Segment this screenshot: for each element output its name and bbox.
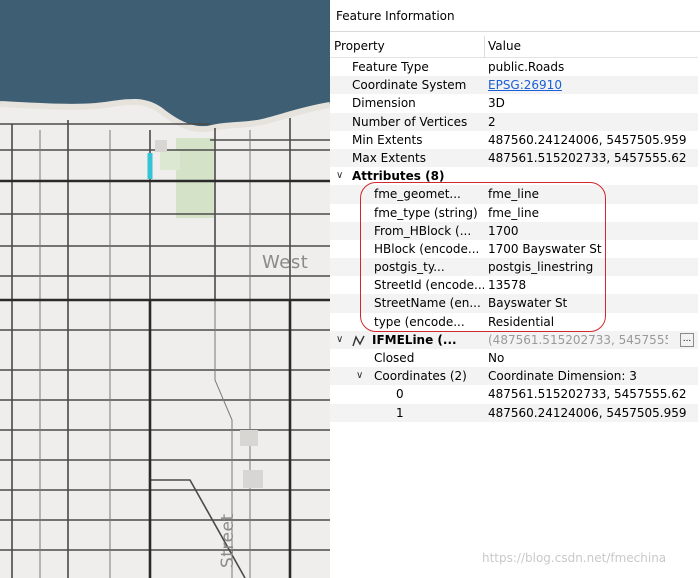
chevron-down-icon[interactable]: ∨ <box>336 331 343 349</box>
feature-information-panel: Feature Information Property Value Featu… <box>330 0 700 578</box>
column-header-value[interactable]: Value <box>488 39 521 53</box>
grid-header: Property Value <box>330 36 698 58</box>
watermark: https://blog.csdn.net/fmechina <box>482 551 667 565</box>
attribute-value: 1700 <box>488 223 519 238</box>
coordinate-value: 487561.515202733, 5457555.621092... <box>488 387 686 402</box>
attribute-row[interactable]: type (encode... Residential <box>330 313 698 331</box>
property-grid[interactable]: Property Value Feature Type public.Roads… <box>330 36 698 422</box>
row-value: 487561.515202733, 5457555.621092... <box>488 150 686 165</box>
coordinates-value: Coordinate Dimension: 3 <box>488 369 637 384</box>
row-key: Number of Vertices <box>352 114 468 129</box>
attributes-group-row[interactable]: ∨ Attributes (8) <box>330 167 698 185</box>
row-key: Feature Type <box>352 60 429 74</box>
attribute-value: Bayswater St <box>488 296 568 311</box>
coordinate-row[interactable]: 0 487561.515202733, 5457555.621092... <box>330 385 698 403</box>
row-value: 487560.24124006, 5457505.959214... <box>488 132 686 147</box>
map-label-street: Street <box>218 513 238 568</box>
chevron-down-icon[interactable]: ∨ <box>336 167 343 185</box>
attribute-row[interactable]: StreetName (en... Bayswater St <box>330 294 698 313</box>
attribute-value: 1700 Bayswater St <box>488 241 602 256</box>
ellipsis-button[interactable]: ... <box>680 332 694 347</box>
row-key: Coordinate System <box>352 78 467 93</box>
row-key: Dimension <box>352 96 416 111</box>
attribute-value: Residential <box>488 314 555 329</box>
attribute-key: fme_geomet... <box>374 187 461 202</box>
attribute-row[interactable]: fme_geomet... fme_line <box>330 185 698 204</box>
grid-row[interactable]: Dimension 3D <box>330 94 698 112</box>
coordinates-group-row[interactable]: ∨ Coordinates (2) Coordinate Dimension: … <box>330 367 698 386</box>
coordinate-value: 487560.24124006, 5457505.959214... <box>488 405 686 420</box>
map-canvas[interactable] <box>0 0 330 578</box>
attribute-value: fme_line <box>488 187 539 202</box>
geometry-summary: (487561.515202733, 5457555.62109... <box>488 332 668 347</box>
grid-row[interactable]: Number of Vertices 2 <box>330 112 698 131</box>
geometry-group-row[interactable]: ∨ IFMELine (... (487561.515202733, 54575… <box>330 330 698 349</box>
water-body <box>0 0 330 130</box>
attribute-row[interactable]: HBlock (encode... 1700 Bayswater St <box>330 240 698 258</box>
coordinate-system-link[interactable]: EPSG:26910 <box>488 76 686 94</box>
attribute-row[interactable]: From_HBlock (... 1700 <box>330 221 698 240</box>
panel-title: Feature Information <box>336 9 455 23</box>
attribute-value: fme_line <box>488 205 539 220</box>
grid-row[interactable]: Max Extents 487561.515202733, 5457555.62… <box>330 148 698 168</box>
column-header-property[interactable]: Property <box>334 39 385 53</box>
coordinate-index: 1 <box>396 405 404 420</box>
coordinate-row[interactable]: 1 487560.24124006, 5457505.959214... <box>330 403 698 422</box>
attribute-row[interactable]: postgis_ty... postgis_linestring <box>330 258 698 277</box>
grid-row[interactable]: Coordinate System EPSG:26910 <box>330 76 698 95</box>
attribute-value: 13578 <box>488 278 527 293</box>
map-label-west: West <box>262 252 309 273</box>
attribute-key: type (encode... <box>374 314 465 329</box>
row-value: 3D <box>488 96 505 111</box>
attributes-group-label: Attributes (8) <box>352 169 445 184</box>
geometry-key: Closed <box>374 351 415 365</box>
coordinate-index: 0 <box>396 387 404 402</box>
geometry-value: No <box>488 351 505 365</box>
attribute-key: StreetName (en... <box>374 296 481 311</box>
row-value: public.Roads <box>488 60 565 74</box>
attribute-row[interactable]: StreetId (encode... 13578 <box>330 276 698 294</box>
attribute-value: postgis_linestring <box>488 260 594 275</box>
geometry-row[interactable]: Closed No <box>330 349 698 367</box>
row-key: Min Extents <box>352 132 423 147</box>
coordinates-key: Coordinates (2) <box>374 369 467 384</box>
geometry-label: IFMELine (... <box>372 332 457 347</box>
attribute-key: fme_type (string) <box>374 205 478 220</box>
chevron-down-icon[interactable]: ∨ <box>356 367 363 385</box>
grid-row[interactable]: Feature Type public.Roads <box>330 58 698 76</box>
attribute-row[interactable]: fme_type (string) fme_line <box>330 204 698 222</box>
arterial-roads <box>0 179 330 578</box>
map-view[interactable]: West Street <box>0 0 330 578</box>
attribute-key: postgis_ty... <box>374 260 445 275</box>
column-separator[interactable] <box>484 36 485 58</box>
road-network <box>0 118 330 578</box>
divider <box>330 31 700 32</box>
park-area-2 <box>160 150 180 170</box>
row-value: 2 <box>488 114 496 129</box>
attribute-key: From_HBlock (... <box>374 223 472 238</box>
attribute-key: HBlock (encode... <box>374 241 480 256</box>
attribute-key: StreetId (encode... <box>374 278 484 293</box>
row-key: Max Extents <box>352 150 426 165</box>
grid-row[interactable]: Min Extents 487560.24124006, 5457505.959… <box>330 131 698 149</box>
